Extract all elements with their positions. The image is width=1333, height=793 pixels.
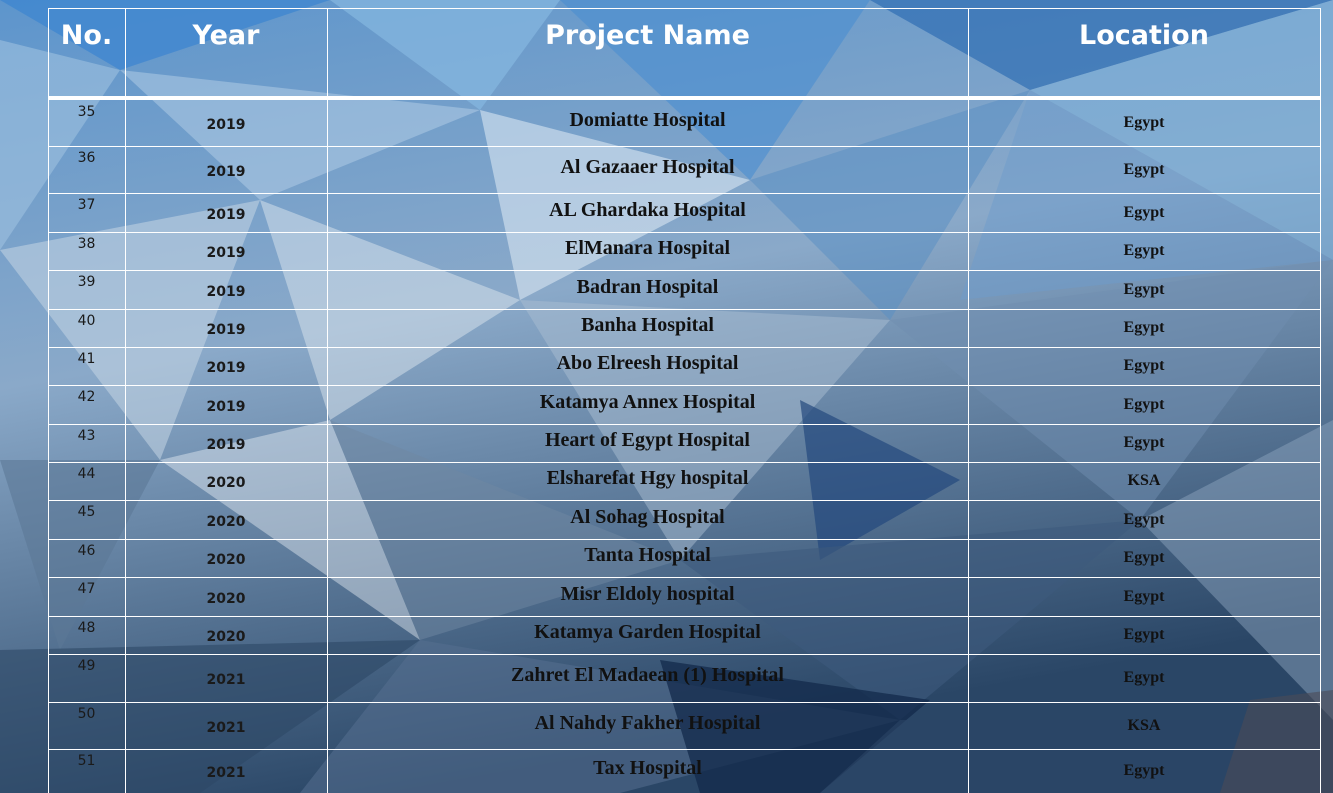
cell-no: 43	[77, 428, 96, 444]
table-row: 39 2019 Badran Hospital Egypt	[48, 270, 1320, 309]
cell-location: Egypt	[1123, 396, 1165, 413]
cell-project-name: AL Ghardaka Hospital	[549, 199, 746, 221]
cell-no: 38	[77, 236, 96, 252]
cell-no: 46	[77, 543, 96, 559]
table-row: 35 2019 Domiatte Hospital Egypt	[48, 100, 1320, 146]
table-row: 47 2020 Misr Eldoly hospital Egypt	[48, 577, 1320, 616]
cell-no: 48	[77, 620, 96, 636]
cell-project-name: Banha Hospital	[581, 314, 714, 336]
cell-no: 42	[77, 389, 96, 405]
cell-project-name: Abo Elreesh Hospital	[556, 352, 739, 374]
cell-year: 2020	[206, 552, 246, 568]
cell-no: 50	[77, 706, 96, 722]
table-row: 42 2019 Katamya Annex Hospital Egypt	[48, 385, 1320, 424]
table-row: 36 2019 Al Gazaaer Hospital Egypt	[48, 146, 1320, 193]
cell-project-name: Al Nahdy Fakher Hospital	[534, 712, 761, 734]
table-row: 40 2019 Banha Hospital Egypt	[48, 309, 1320, 347]
cell-year: 2019	[206, 360, 246, 376]
table-row: 48 2020 Katamya Garden Hospital Egypt	[48, 616, 1320, 654]
cell-location: Egypt	[1123, 588, 1165, 605]
cell-no: 35	[77, 104, 96, 120]
cell-location: Egypt	[1123, 762, 1165, 779]
table-row: 45 2020 Al Sohag Hospital Egypt	[48, 500, 1320, 539]
cell-year: 2021	[206, 765, 246, 781]
cell-project-name: Tanta Hospital	[584, 544, 711, 566]
cell-no: 51	[77, 753, 96, 769]
cell-project-name: ElManara Hospital	[564, 237, 730, 259]
table-row: 38 2019 ElManara Hospital Egypt	[48, 232, 1320, 270]
cell-project-name: Elsharefat Hgy hospital	[546, 467, 749, 489]
cell-no: 37	[77, 197, 96, 213]
header-no: No.	[60, 20, 113, 51]
cell-location: Egypt	[1123, 242, 1165, 259]
cell-year: 2020	[206, 629, 246, 645]
table-row: 51 2021 Tax Hospital Egypt	[48, 749, 1320, 793]
cell-project-name: Misr Eldoly hospital	[560, 583, 735, 605]
cell-project-name: Heart of Egypt Hospital	[545, 429, 750, 451]
cell-location: Egypt	[1123, 357, 1165, 374]
cell-no: 44	[77, 466, 96, 482]
cell-project-name: Al Gazaaer Hospital	[560, 156, 735, 178]
header-location: Location	[1079, 20, 1209, 51]
table-top-border	[48, 8, 1320, 9]
cell-location: KSA	[1127, 472, 1161, 489]
cell-project-name: Katamya Annex Hospital	[539, 391, 756, 413]
table-row: 46 2020 Tanta Hospital Egypt	[48, 539, 1320, 577]
cell-location: Egypt	[1123, 669, 1165, 686]
cell-year: 2020	[206, 514, 246, 530]
table-row: 50 2021 Al Nahdy Fakher Hospital KSA	[48, 702, 1320, 749]
cell-location: KSA	[1127, 717, 1161, 734]
header-year: Year	[192, 20, 260, 51]
cell-year: 2019	[206, 207, 246, 223]
cell-location: Egypt	[1123, 434, 1165, 451]
cell-project-name: Zahret El Madaean (1) Hospital	[511, 664, 784, 686]
cell-project-name: Al Sohag Hospital	[570, 506, 725, 528]
cell-project-name: Katamya Garden Hospital	[534, 621, 761, 643]
cell-no: 36	[77, 150, 96, 166]
cell-year: 2019	[206, 117, 246, 133]
cell-year: 2019	[206, 245, 246, 261]
cell-location: Egypt	[1123, 626, 1165, 643]
cell-location: Egypt	[1123, 114, 1165, 131]
cell-year: 2019	[206, 437, 246, 453]
table-row: 43 2019 Heart of Egypt Hospital Egypt	[48, 424, 1320, 462]
cell-year: 2019	[206, 399, 246, 415]
cell-project-name: Domiatte Hospital	[569, 109, 726, 131]
cell-location: Egypt	[1123, 319, 1165, 336]
cell-no: 40	[77, 313, 96, 329]
table-row: 37 2019 AL Ghardaka Hospital Egypt	[48, 193, 1320, 232]
cell-year: 2021	[206, 672, 246, 688]
cell-no: 45	[77, 504, 96, 520]
cell-no: 49	[77, 658, 96, 674]
cell-year: 2021	[206, 720, 246, 736]
table-row: 44 2020 Elsharefat Hgy hospital KSA	[48, 462, 1320, 500]
cell-project-name: Tax Hospital	[593, 757, 702, 779]
cell-location: Egypt	[1123, 549, 1165, 566]
cell-no: 39	[77, 274, 96, 290]
table-row: 41 2019 Abo Elreesh Hospital Egypt	[48, 347, 1320, 385]
cell-location: Egypt	[1123, 511, 1165, 528]
cell-location: Egypt	[1123, 204, 1165, 221]
cell-year: 2020	[206, 591, 246, 607]
cell-year: 2019	[206, 164, 246, 180]
cell-year: 2019	[206, 284, 246, 300]
cell-year: 2020	[206, 475, 246, 491]
cell-no: 41	[77, 351, 96, 367]
cell-location: Egypt	[1123, 281, 1165, 298]
cell-year: 2019	[206, 322, 246, 338]
cell-no: 47	[77, 581, 96, 597]
cell-project-name: Badran Hospital	[576, 276, 719, 298]
table-row: 49 2021 Zahret El Madaean (1) Hospital Egyp…	[48, 654, 1320, 702]
column-border	[1320, 8, 1321, 793]
header-project-name: Project Name	[545, 20, 750, 51]
cell-location: Egypt	[1123, 161, 1165, 178]
